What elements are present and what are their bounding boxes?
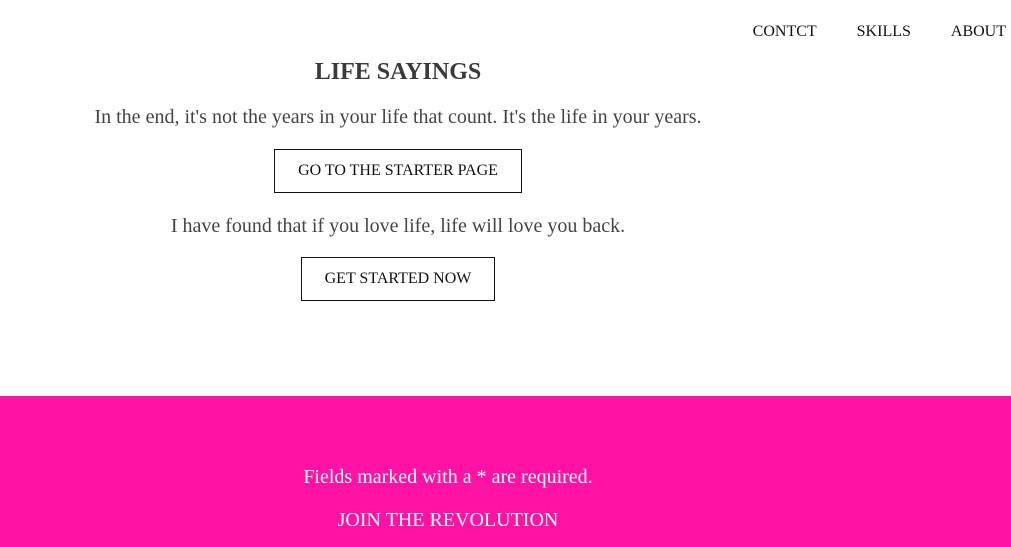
footer: Fields marked with a * are required. JOI… — [0, 396, 1011, 547]
page: CONTCT SKILLS ABOUT LIFE SAYINGS In the … — [0, 0, 1011, 547]
go-to-starter-page-button[interactable]: GO TO THE STARTER PAGE — [274, 149, 522, 193]
quote-1: In the end, it's not the years in your l… — [94, 106, 702, 128]
required-fields-note: Fields marked with a * are required. — [303, 466, 593, 488]
nav-item-about[interactable]: ABOUT — [951, 20, 1006, 44]
button-2-container: GET STARTED NOW — [0, 257, 796, 301]
nav-item-skills[interactable]: SKILLS — [857, 20, 911, 44]
button-1-container: GO TO THE STARTER PAGE — [0, 149, 796, 193]
quote-2: I have found that if you love life, life… — [170, 215, 626, 237]
nav-item-contact[interactable]: CONTCT — [753, 20, 817, 44]
get-started-now-button[interactable]: GET STARTED NOW — [300, 257, 496, 301]
page-title: LIFE SAYINGS — [314, 59, 482, 85]
top-nav: CONTCT SKILLS ABOUT — [713, 20, 1006, 44]
main-content: LIFE SAYINGS In the end, it's not the ye… — [0, 56, 796, 301]
join-the-revolution-link[interactable]: JOIN THE REVOLUTION — [0, 507, 896, 533]
